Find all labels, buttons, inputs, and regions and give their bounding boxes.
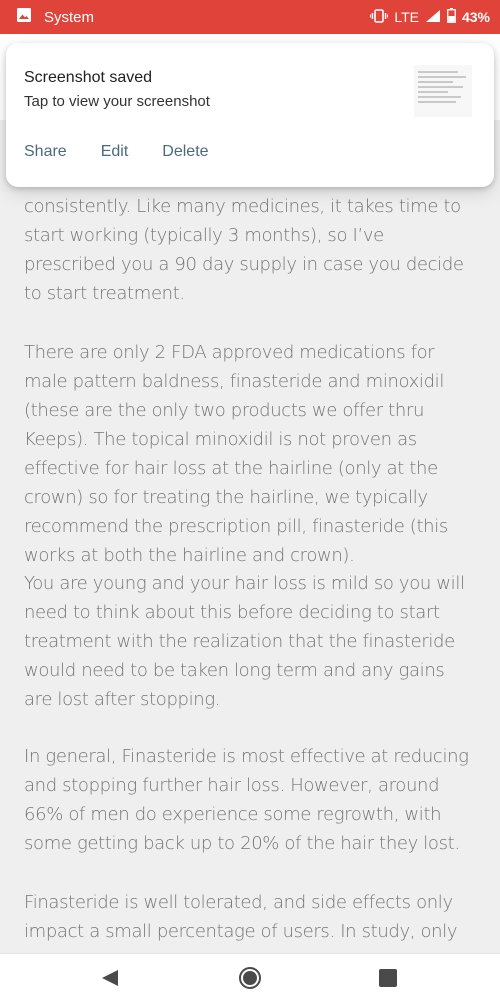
vibrate-icon	[370, 8, 389, 26]
article-content[interactable]: consistently. Like many medicines, it ta…	[0, 120, 500, 953]
signal-icon	[425, 9, 441, 26]
thumbnail-line	[418, 101, 456, 103]
status-right: LTE 43%	[370, 8, 490, 26]
notification-title: Screenshot saved	[24, 69, 153, 86]
image-icon	[16, 7, 32, 27]
status-app-name: System	[44, 8, 95, 26]
network-label: LTE	[394, 9, 419, 25]
edit-button[interactable]: Edit	[101, 143, 129, 161]
thumbnail-line	[418, 91, 448, 93]
article-paragraph: There are only 2 FDA approved medication…	[24, 342, 448, 566]
thumbnail-line	[418, 86, 463, 88]
delete-button[interactable]: Delete	[162, 143, 208, 161]
screenshot-notification[interactable]: Screenshot saved Tap to view your screen…	[6, 43, 494, 187]
article-paragraph: In general, Finasteride is most effectiv…	[24, 746, 469, 854]
thumbnail-line	[418, 71, 458, 73]
battery-percent: 43%	[461, 9, 490, 25]
navigation-bar	[0, 953, 500, 1001]
home-icon[interactable]	[220, 954, 280, 1001]
share-button[interactable]: Share	[24, 143, 67, 161]
thumbnail-line	[418, 76, 466, 78]
article-paragraph: consistently. Like many medicines, it ta…	[24, 196, 464, 304]
thumbnail-line	[418, 81, 453, 83]
notification-actions: Share Edit Delete	[24, 143, 209, 161]
screenshot-thumbnail[interactable]	[414, 65, 472, 117]
status-left: System	[16, 7, 94, 27]
notification-body: Tap to view your screenshot	[24, 93, 210, 110]
article-paragraph: Finasteride is well tolerated, and side …	[24, 892, 458, 942]
battery-icon	[447, 8, 456, 26]
article-paragraph: You are young and your hair loss is mild…	[24, 573, 465, 710]
thumbnail-line	[418, 96, 461, 98]
back-icon[interactable]	[80, 954, 140, 1001]
recents-icon[interactable]	[358, 954, 418, 1001]
status-bar: System LTE 43%	[0, 0, 500, 34]
